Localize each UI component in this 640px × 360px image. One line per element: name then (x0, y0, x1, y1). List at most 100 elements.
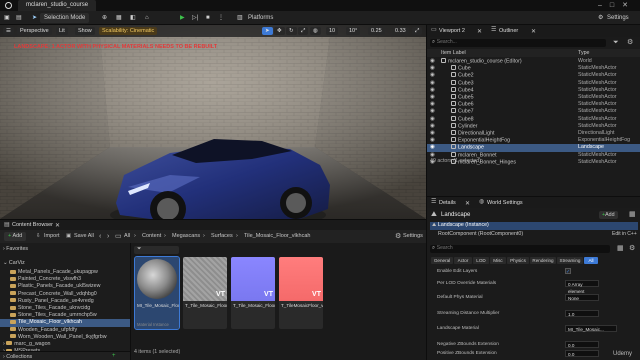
outliner-row[interactable]: ◉ Cube4 StaticMeshActor (427, 86, 640, 94)
select-mode-icon[interactable]: ➤ (262, 27, 273, 35)
settings-menu[interactable]: Settings (607, 13, 629, 23)
asset-tile[interactable]: VT T_Tile_Mosaic_Floor_vlkhcah_4K_D (183, 257, 227, 329)
folder-item[interactable]: Stone_Tiles_Facade_umrnchp5w (0, 312, 130, 319)
scale-snap-value[interactable]: 0.25 (368, 27, 385, 35)
property-value[interactable]: 0.0 (565, 350, 599, 357)
camera-speed-value[interactable]: 0.33 (392, 27, 409, 35)
visibility-eye-icon[interactable]: ◉ (430, 87, 435, 94)
visibility-eye-icon[interactable]: ◉ (430, 94, 435, 101)
save-all-button[interactable]: Save All (74, 233, 94, 239)
folder-item[interactable]: Stone_Tiles_Facade_uknvcidg (0, 305, 130, 312)
save-icon[interactable]: ▣ (4, 13, 10, 23)
show-button[interactable]: Show (75, 27, 95, 35)
visibility-eye-icon[interactable]: ◉ (430, 72, 435, 79)
rotation-snap-value[interactable]: 10° (346, 27, 361, 35)
category-all[interactable]: All (584, 257, 598, 264)
visibility-eye-icon[interactable]: ◉ (430, 108, 435, 115)
build-icon[interactable]: ⌂ (145, 13, 149, 23)
tab-details[interactable]: Details (439, 200, 456, 206)
breadcrumb-all[interactable]: All (124, 233, 130, 239)
lit-button[interactable]: Lit (56, 27, 68, 35)
close-tab-icon[interactable]: ✕ (55, 222, 60, 229)
category-physics[interactable]: Physics (507, 257, 529, 264)
grid-snap-value[interactable]: 10 (326, 27, 339, 35)
tab-viewport-2[interactable]: Viewport 2 (439, 28, 465, 34)
stop-icon[interactable]: ■ (206, 13, 210, 23)
folder-item[interactable]: › marc_g_wagon (0, 341, 130, 348)
perspective-button[interactable]: Perspective (17, 27, 52, 35)
outliner-row[interactable]: ◉ Cube StaticMeshActor (427, 65, 640, 72)
enable-edit-layers-checkbox[interactable]: ✓ (565, 268, 571, 275)
property-matrix-icon[interactable]: ▦ (617, 245, 624, 252)
instance-row[interactable]: ⛰ Landscape (Instance) (430, 222, 638, 230)
folder-item[interactable]: Precast_Concrete_Wall_vdqhbg0 (0, 291, 130, 298)
visibility-eye-icon[interactable]: ◉ (430, 116, 435, 123)
outliner-row[interactable]: ◉ ExponentialHeightFog ExponentialHeightFo… (427, 137, 640, 144)
platforms-menu[interactable]: Platforms (248, 13, 273, 23)
folder-item[interactable]: Wooden_Facade_ufpfdfy (0, 327, 130, 334)
visibility-eye-icon[interactable]: ◉ (430, 65, 435, 72)
visibility-eye-icon[interactable]: ◉ (430, 101, 435, 108)
viewport-scene[interactable] (0, 25, 426, 219)
close-outliner-icon[interactable]: ✕ (531, 28, 536, 35)
close-viewport2-icon[interactable]: ✕ (477, 28, 482, 35)
breadcrumb-surfaces[interactable]: Surfaces (211, 233, 233, 239)
folder-item[interactable]: Worn_Wooden_Wall_Panel_tkyjfgrbw (0, 334, 130, 341)
asset-tile[interactable]: MI_Tile_Mosaic_Floor_vlkhcah_4K Material … (134, 256, 180, 330)
outliner-row[interactable]: ◉ Landscape Landscape (427, 144, 640, 152)
level-viewport[interactable]: ☰ Perspective Lit Show Scalability: Cine… (0, 25, 426, 219)
outliner-row[interactable]: ◉ DirectionalLight DirectionalLight (427, 130, 640, 137)
blueprint-icon[interactable]: ▦ (116, 13, 122, 23)
outliner-row[interactable]: ◉ Cube6 StaticMeshActor (427, 101, 640, 108)
breadcrumb-megascans[interactable]: Megascans (172, 233, 200, 239)
outliner-row[interactable]: ◉ Cube3 StaticMeshActor (427, 79, 640, 87)
window-controls[interactable]: –□✕ (598, 1, 636, 9)
back-icon[interactable]: ‹ (99, 233, 101, 240)
type-column[interactable]: Type (578, 50, 589, 56)
outliner-settings-icon[interactable]: ⚙ (627, 39, 633, 46)
collections-bar[interactable]: › Collections + (0, 351, 130, 360)
property-value[interactable]: None (565, 294, 599, 301)
visibility-eye-icon[interactable]: ◉ (430, 58, 435, 65)
outliner-row[interactable]: ◉ Cube5 StaticMeshActor (427, 94, 640, 101)
folder-item[interactable]: Painted_Concrete_vlswfh3 (0, 276, 130, 283)
settings-gear-icon[interactable]: ⚙ (598, 13, 603, 23)
blueprint-icon[interactable]: ▦ (629, 211, 636, 218)
project-tab[interactable]: mclaren_studio_course (18, 0, 97, 11)
asset-tile[interactable]: VT T_Tile_Mosaic_Floor_vlkhcah_4K_N (231, 257, 275, 329)
category-misc[interactable]: Misc (490, 257, 506, 264)
add-actor-icon[interactable]: ⊕ (102, 13, 107, 23)
outliner-row[interactable]: ◉ mclaren_studio_course (Editor) World (427, 58, 640, 65)
folder-item[interactable]: Plastic_Panels_Facade_ukl5wizew (0, 283, 130, 290)
tab-outliner[interactable]: Outliner (499, 28, 518, 34)
carviz-root[interactable]: ⌄ CarViz (3, 260, 25, 266)
filter-icon[interactable]: ⏷ (613, 39, 619, 46)
outliner-search[interactable]: ⌕ Search... (430, 39, 606, 47)
category-actor[interactable]: Actor (454, 257, 472, 264)
property-value[interactable]: 1.0 (565, 310, 599, 317)
scalability-indicator[interactable]: Scalability: Cinematic (99, 27, 158, 35)
import-button[interactable]: Import (44, 233, 60, 239)
item-label-column[interactable]: Item Label (441, 50, 466, 56)
folder-item[interactable]: Rusty_Panel_Facade_ue4vredg (0, 298, 130, 305)
visibility-eye-icon[interactable]: ◉ (430, 80, 435, 87)
folder-item[interactable]: Metal_Panels_Facade_ukupagpw (0, 269, 130, 276)
close-details-icon[interactable]: ✕ (465, 200, 470, 207)
property-value[interactable]: 0 Array element (565, 280, 599, 294)
category-general[interactable]: General (431, 257, 453, 264)
outliner-row[interactable]: ◉ Cylinder StaticMeshActor (427, 122, 640, 130)
content-browser-settings[interactable]: Settings (403, 233, 423, 239)
content-browser-tab[interactable]: Content Browser (12, 222, 53, 228)
details-search[interactable]: ⌕ Search (430, 245, 610, 253)
visibility-eye-icon[interactable]: ◉ (430, 123, 435, 130)
maximize-viewport-icon[interactable]: ⤢ (412, 27, 423, 35)
outliner-row[interactable]: ◉ Cube7 StaticMeshActor (427, 108, 640, 115)
step-icon[interactable]: ▷| (192, 13, 198, 23)
outliner-row[interactable]: ◉ Cube8 StaticMeshActor (427, 115, 640, 123)
breadcrumb-content[interactable]: Content (142, 233, 161, 239)
selection-mode-dropdown[interactable]: Selection Mode (40, 13, 90, 23)
play-icon[interactable]: ▶ (180, 13, 185, 23)
category-streaming[interactable]: Streaming (557, 257, 583, 264)
favorites-header[interactable]: › Favorites (3, 246, 28, 252)
tab-world-settings[interactable]: World Settings (487, 200, 523, 206)
